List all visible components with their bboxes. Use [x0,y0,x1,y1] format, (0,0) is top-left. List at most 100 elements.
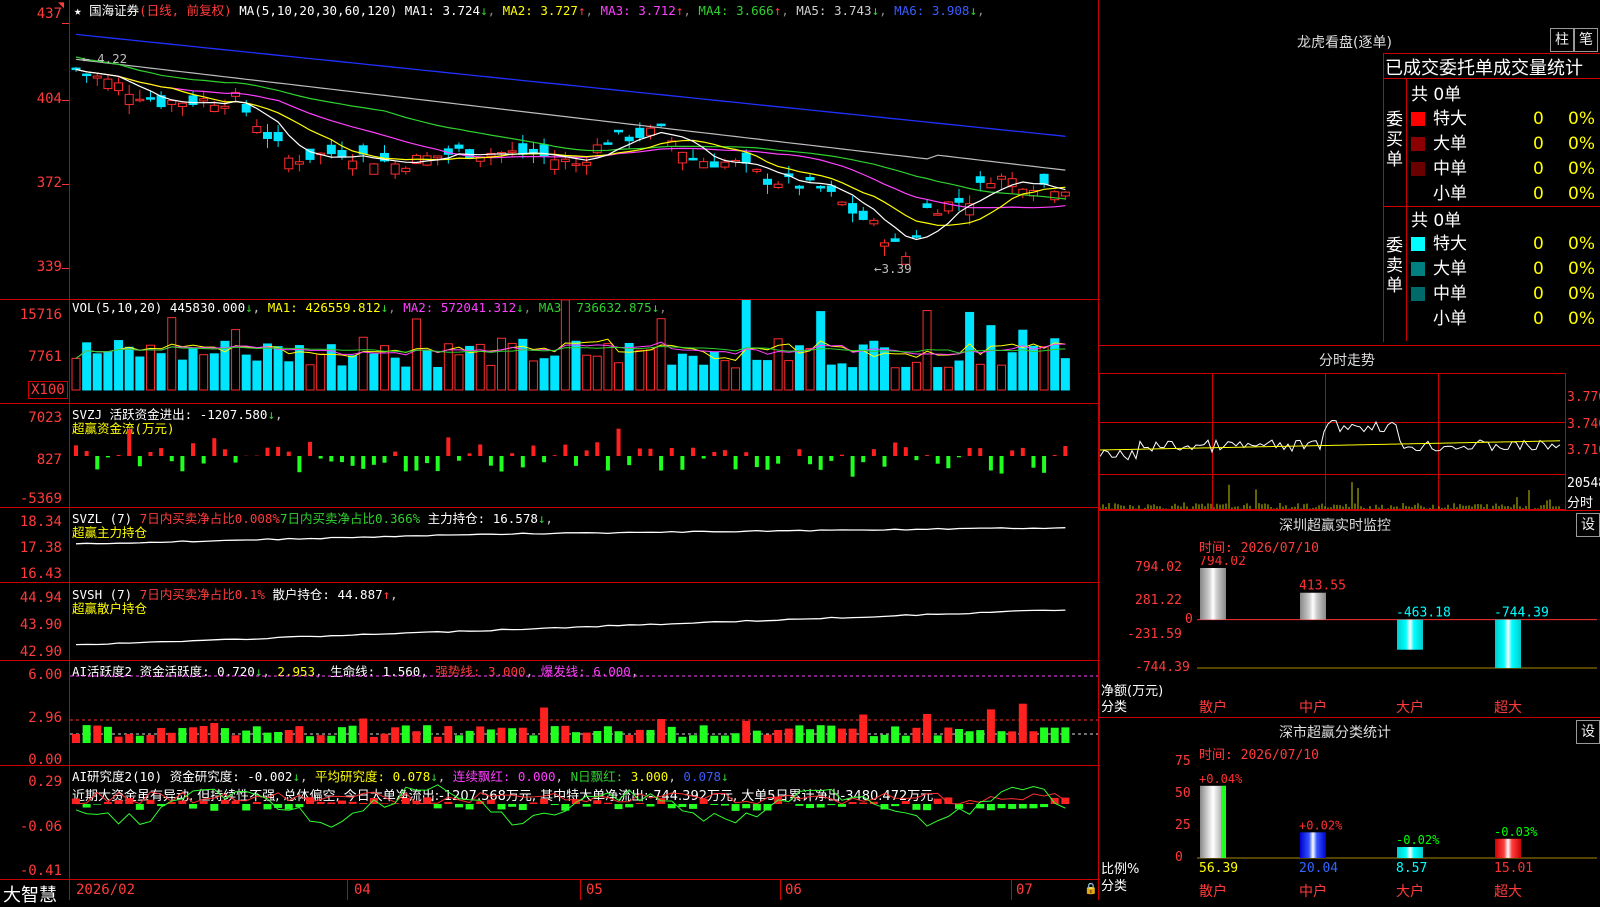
flow-bar [670,448,674,456]
flow-bar [1053,455,1057,456]
activity-bar [912,728,920,743]
volume-bar [902,367,910,390]
activity-bar [668,727,676,743]
volume-bar [402,367,410,390]
activity-bar [359,718,367,743]
candle [540,138,548,164]
intraday-chart-box[interactable] [1099,373,1566,510]
volume-bar [615,363,623,390]
activity-bar [838,729,846,743]
realtime-y-tick: 794.02 [1135,560,1182,575]
svzl-tick-1: 18.34 [4,514,62,530]
ratio-change-label: +0.04% [1199,772,1243,786]
buy-side-label: 委买单 [1386,110,1402,170]
candle [966,195,974,224]
candle [881,239,889,256]
main-position-chart[interactable] [70,508,1098,582]
dragon-tiger-title: 龙虎看盘(逐单) [1297,32,1392,52]
intraday-line-chart[interactable] [1100,374,1565,509]
candle [232,88,240,101]
activity-bar [583,733,591,743]
candlestick-chart[interactable] [70,0,1098,299]
activity-bar [774,730,782,743]
activity-bar [1040,727,1048,743]
candle [998,173,1006,188]
row-name: 特大 [1433,104,1533,129]
candle [104,74,112,91]
research-bar [998,804,1006,808]
activity-bar [753,731,761,743]
research-bar [178,801,186,804]
activity-bar [572,732,580,743]
ratio-change-label: -0.03% [1494,825,1538,839]
volume-bar [1051,339,1059,390]
flow-bar [595,442,599,456]
realtime-bar-chart[interactable]: 794.02413.55-463.18-744.39 [1197,556,1600,701]
realtime-category: 大户 [1396,697,1424,717]
volume-bar [529,361,537,390]
candle [774,181,782,189]
candle [849,196,857,222]
activity-bar [285,730,293,743]
flow-bar [234,456,238,463]
research-bar [966,803,974,804]
research-bar [604,803,612,804]
volume-bar [987,326,995,390]
legend-swatch [1411,312,1425,326]
research-bar [678,804,686,807]
intraday-price-2: 3.740 [1567,417,1600,432]
pen-view-button[interactable]: 笔 [1574,28,1598,52]
volume-bar [263,344,271,390]
flow-bar [489,456,493,466]
row-pct: 0% [1568,134,1595,154]
research-bar [700,799,708,804]
ai-research-chart[interactable] [70,766,1098,879]
research-bar [806,804,814,808]
realtime-settings-button[interactable]: 设 [1576,513,1600,537]
category-bar-chart[interactable]: +0.04%56.39+0.02%20.04-0.02%8.57-0.03%15… [1197,760,1600,900]
price-tick-2: 404 [4,91,62,107]
volume-chart[interactable] [70,300,1098,403]
lock-icon[interactable]: 🔒 [1084,882,1098,895]
candle [912,230,920,238]
flow-bar [893,442,897,456]
activity-bar [200,726,208,743]
activity-bar [721,736,729,743]
research-bar [444,802,452,804]
flow-bar [638,448,642,456]
realtime-monitor-title: 深圳超赢实时监控 [1279,515,1391,535]
candle [934,209,942,215]
volume-bar [349,356,357,390]
activity-bar [976,730,984,743]
flow-bar [829,456,833,461]
research-bar [210,804,218,811]
bar-view-button[interactable]: 柱 [1550,28,1574,52]
volume-bar [189,349,197,390]
category-settings-button[interactable]: 设 [1576,720,1600,744]
activity-bar [1029,731,1037,743]
flow-bar [191,443,195,456]
money-flow-chart[interactable] [70,404,1098,507]
volume-bar [806,348,814,390]
volume-bar [178,360,186,390]
retail-position-chart[interactable] [70,583,1098,660]
ai-activity-chart[interactable] [70,661,1098,765]
ratio-change-label: +0.02% [1299,818,1343,832]
ratio-value-label: 15.01 [1494,861,1533,876]
activity-bar [263,733,271,743]
research-bar [646,804,654,807]
volume-bar [136,357,144,390]
activity-bar [508,728,516,743]
row-pct: 0% [1568,109,1595,129]
volume-bar [742,300,750,390]
flow-bar [436,456,440,471]
research-bar [349,802,357,804]
flow-bar [308,442,312,456]
row-count: 0 [1533,309,1568,329]
flow-bar [117,455,121,456]
activity-bar [1008,731,1016,743]
main-chart-area[interactable]: ★ 国海证券(日线, 前复权) MA(5,10,20,30,60,120) MA… [0,0,1100,900]
research-bar [285,804,293,809]
flow-bar [1063,446,1067,456]
legend-swatch [1411,112,1425,126]
